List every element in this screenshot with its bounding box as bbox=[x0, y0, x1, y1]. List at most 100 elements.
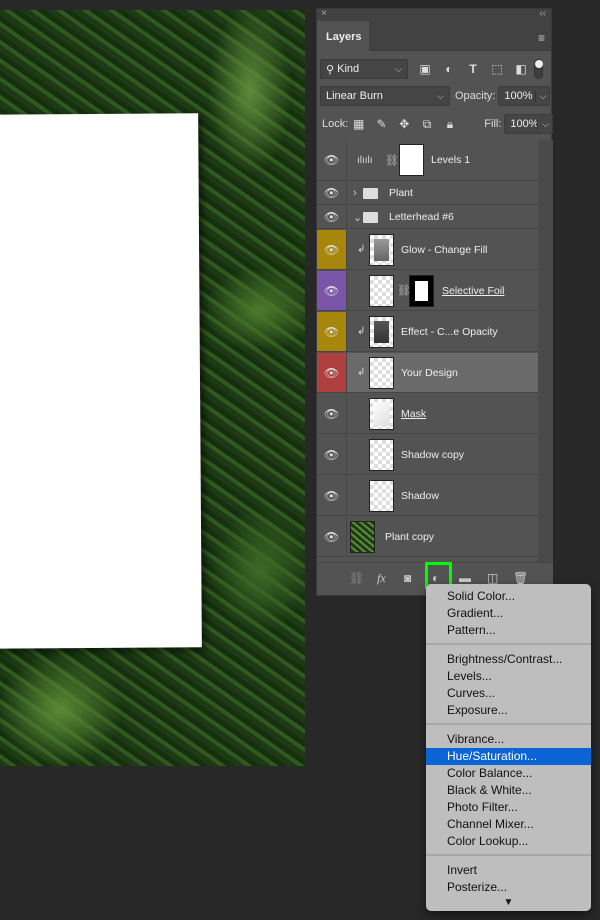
layer-row[interactable]: 👁︎ ılıılı ⛓ Levels 1 bbox=[317, 140, 538, 181]
visibility-eye-icon[interactable]: 👁︎ bbox=[317, 230, 347, 269]
menu-item[interactable]: Pattern... bbox=[426, 622, 591, 639]
chevron-down-icon[interactable]: ⌄ bbox=[353, 211, 362, 224]
layer-name: Plant copy bbox=[385, 530, 435, 543]
filter-smart-object-icon[interactable]: ◧ bbox=[514, 62, 528, 76]
menu-item[interactable]: Channel Mixer... bbox=[426, 816, 591, 833]
menu-item[interactable]: Brightness/Contrast... bbox=[426, 651, 591, 668]
layer-thumbnail bbox=[369, 275, 394, 307]
letterhead-paper bbox=[0, 113, 202, 649]
layer-row[interactable]: 👁︎ ↲ Your Design bbox=[317, 353, 538, 393]
menu-item[interactable]: Color Lookup... bbox=[426, 833, 591, 850]
filter-adjustment-icon[interactable]: ◐ bbox=[442, 62, 456, 76]
filter-type-icon[interactable]: T bbox=[466, 62, 480, 76]
menu-item[interactable]: Exposure... bbox=[426, 702, 591, 719]
layer-row[interactable]: 👁︎ ⌄ Letterhead #6 bbox=[317, 206, 538, 229]
folder-icon bbox=[363, 188, 378, 199]
layer-name: Effect - C...e Opacity bbox=[401, 325, 498, 338]
layer-row[interactable]: 👁︎ ⛓ Selective Foil bbox=[317, 271, 538, 311]
lock-all-icon[interactable]: 🔒︎ bbox=[443, 117, 456, 132]
layers-panel: × ‹‹ Layers ≡ ⚲ Kind ⌵ ▣ ◐ T ⬚ ◧ Linear Bur… bbox=[316, 8, 553, 596]
visibility-eye-icon[interactable]: 👁︎ bbox=[317, 353, 347, 392]
menu-item[interactable]: Vibrance... bbox=[426, 731, 591, 748]
opacity-field[interactable]: 100% ⌵ bbox=[498, 86, 551, 106]
layer-name: Glow - Change Fill bbox=[401, 243, 488, 256]
menu-item[interactable]: Black & White... bbox=[426, 782, 591, 799]
panel-menu-icon[interactable]: ≡ bbox=[538, 31, 545, 45]
tab-layers[interactable]: Layers bbox=[317, 21, 369, 52]
layer-name: Letterhead #6 bbox=[389, 211, 454, 223]
levels-histogram-icon: ılıılı bbox=[357, 154, 373, 166]
layer-row[interactable]: 👁︎ ↲ Glow - Change Fill bbox=[317, 230, 538, 270]
menu-item[interactable]: Color Balance... bbox=[426, 765, 591, 782]
lock-artboard-icon[interactable]: ⧉ bbox=[421, 117, 434, 132]
menu-item[interactable]: Photo Filter... bbox=[426, 799, 591, 816]
layer-name: Your Design bbox=[401, 366, 458, 379]
layer-thumbnail bbox=[369, 480, 394, 512]
visibility-eye-icon[interactable]: 👁︎ bbox=[317, 517, 347, 556]
layer-row[interactable]: 👁︎ ↲ Effect - C...e Opacity bbox=[317, 312, 538, 352]
layer-row[interactable]: 👁︎ Shadow copy bbox=[317, 435, 538, 475]
clipping-arrow-icon: ↲ bbox=[357, 326, 366, 337]
lock-pixels-brush-icon[interactable]: ✎ bbox=[375, 117, 388, 131]
clipping-arrow-icon: ↲ bbox=[357, 244, 366, 255]
visibility-eye-icon[interactable]: 👁︎ bbox=[317, 182, 347, 204]
menu-item[interactable]: Hue/Saturation... bbox=[426, 748, 591, 765]
filter-shape-icon[interactable]: ⬚ bbox=[490, 62, 504, 76]
new-layer-icon[interactable]: ◫ bbox=[487, 571, 498, 585]
layer-row[interactable]: 👁︎ › Plant bbox=[317, 182, 538, 205]
layer-row[interactable]: 👁︎ Shadow bbox=[317, 476, 538, 516]
lock-label: Lock: bbox=[322, 118, 349, 130]
visibility-eye-icon[interactable]: 👁︎ bbox=[317, 394, 347, 433]
layer-list-scrollbar[interactable] bbox=[538, 140, 553, 562]
filter-pixel-icon[interactable]: ▣ bbox=[418, 62, 432, 76]
menu-item[interactable]: Gradient... bbox=[426, 605, 591, 622]
visibility-eye-icon[interactable]: 👁︎ bbox=[317, 206, 347, 228]
menu-item[interactable]: Levels... bbox=[426, 668, 591, 685]
layer-row[interactable]: 👁︎ Mask bbox=[317, 394, 538, 434]
fill-field[interactable]: 100% ⌵ bbox=[504, 114, 553, 134]
chevron-right-icon[interactable]: › bbox=[353, 187, 357, 199]
layer-row[interactable]: 👁︎ Plant copy bbox=[317, 517, 538, 557]
layer-name: Shadow copy bbox=[401, 448, 465, 461]
layer-thumbnail bbox=[369, 398, 394, 430]
layer-thumbnail bbox=[369, 439, 394, 471]
layer-thumbnail bbox=[350, 521, 375, 553]
collapse-icon[interactable]: ‹‹ bbox=[539, 8, 546, 19]
clipping-arrow-icon: ↲ bbox=[357, 367, 366, 378]
menu-item[interactable]: Curves... bbox=[426, 685, 591, 702]
close-icon[interactable]: × bbox=[321, 8, 327, 19]
lock-position-move-icon[interactable]: ✥ bbox=[398, 117, 411, 131]
menu-separator bbox=[426, 854, 591, 856]
link-layers-icon[interactable]: ⛓ bbox=[349, 571, 364, 585]
layer-name: Selective Foil bbox=[442, 284, 505, 297]
menu-item[interactable]: Invert bbox=[426, 862, 591, 879]
layer-thumbnail bbox=[369, 357, 394, 389]
fx-icon[interactable]: fx bbox=[377, 571, 386, 586]
add-mask-icon[interactable]: ◙ bbox=[404, 571, 411, 585]
lock-transparency-icon[interactable]: ▦ bbox=[352, 117, 365, 131]
visibility-eye-icon[interactable]: 👁︎ bbox=[317, 271, 347, 310]
layer-name: Levels 1 bbox=[431, 154, 471, 166]
new-group-folder-icon[interactable]: ▬ bbox=[459, 571, 471, 585]
visibility-eye-icon[interactable]: 👁︎ bbox=[317, 140, 347, 180]
menu-separator bbox=[426, 723, 591, 725]
chain-link-icon: ⛓ bbox=[385, 154, 399, 167]
menu-separator bbox=[426, 643, 591, 645]
adjustment-menu: Solid Color... Gradient... Pattern... Brigh… bbox=[426, 584, 591, 911]
document-canvas[interactable] bbox=[0, 10, 305, 766]
layer-mask-thumbnail[interactable] bbox=[399, 144, 424, 176]
filter-toggle[interactable] bbox=[534, 59, 543, 79]
scroll-down-arrow-icon[interactable]: ▼ bbox=[426, 894, 591, 911]
layer-name: Shadow bbox=[401, 489, 439, 502]
filter-kind-select[interactable]: ⚲ Kind ⌵ bbox=[320, 59, 408, 79]
visibility-eye-icon[interactable]: 👁︎ bbox=[317, 435, 347, 474]
trash-icon[interactable]: 🗑︎ bbox=[513, 571, 528, 585]
layer-mask-thumbnail[interactable] bbox=[409, 275, 434, 307]
visibility-eye-icon[interactable]: 👁︎ bbox=[317, 476, 347, 515]
layer-thumbnail bbox=[369, 316, 394, 348]
menu-item[interactable]: Solid Color... bbox=[426, 588, 591, 605]
blend-mode-select[interactable]: Linear Burn ⌵ bbox=[320, 86, 450, 106]
fill-label: Fill: bbox=[484, 118, 502, 130]
layer-name: Mask bbox=[401, 407, 427, 420]
visibility-eye-icon[interactable]: 👁︎ bbox=[317, 312, 347, 351]
